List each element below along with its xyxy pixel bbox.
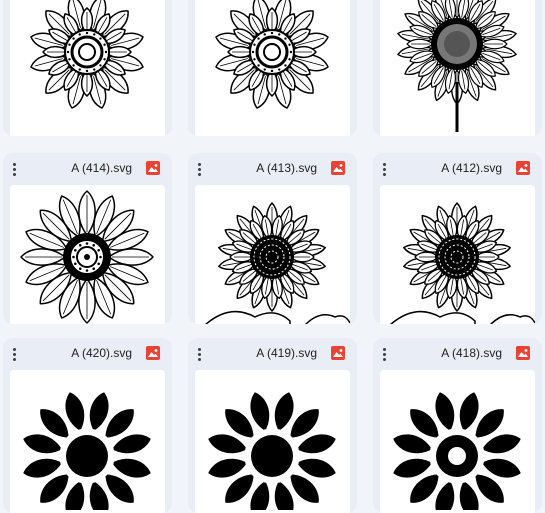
file-card[interactable]: A (420).svg [3, 338, 172, 513]
file-card[interactable] [188, 0, 357, 136]
file-card-header: A (420).svg [3, 338, 172, 370]
image-icon [146, 161, 160, 175]
file-name: A (419).svg [256, 346, 317, 360]
image-icon [516, 161, 530, 175]
file-card-header: A (412).svg [373, 153, 542, 185]
image-icon [516, 346, 530, 360]
file-card-header: A (419).svg [188, 338, 357, 370]
more-options-icon[interactable] [379, 163, 389, 177]
file-card-header: A (414).svg [3, 153, 172, 185]
more-options-icon[interactable] [194, 163, 204, 177]
image-icon [331, 161, 345, 175]
file-card[interactable]: A (413).svg [188, 153, 357, 324]
more-options-icon[interactable] [379, 348, 389, 362]
file-thumbnail[interactable] [10, 0, 165, 136]
file-thumbnail[interactable] [195, 185, 350, 324]
file-card-header: A (418).svg [373, 338, 542, 370]
file-card-header: A (413).svg [188, 153, 357, 185]
file-thumbnail[interactable] [195, 370, 350, 513]
file-card[interactable]: A (419).svg [188, 338, 357, 513]
more-options-icon[interactable] [9, 163, 19, 177]
file-card[interactable]: A (418).svg [373, 338, 542, 513]
file-thumbnail[interactable] [195, 0, 350, 136]
file-name: A (418).svg [441, 346, 502, 360]
file-name: A (413).svg [256, 161, 317, 175]
file-name: A (414).svg [71, 161, 132, 175]
file-thumbnail[interactable] [380, 370, 535, 513]
file-name: A (412).svg [441, 161, 502, 175]
file-thumbnail[interactable] [380, 0, 535, 136]
more-options-icon[interactable] [194, 348, 204, 362]
file-thumbnail[interactable] [10, 185, 165, 324]
file-card[interactable] [373, 0, 542, 136]
more-options-icon[interactable] [9, 348, 19, 362]
file-card[interactable] [3, 0, 172, 136]
image-icon [331, 346, 345, 360]
file-thumbnail[interactable] [10, 370, 165, 513]
file-thumbnail[interactable] [380, 185, 535, 324]
image-icon [146, 346, 160, 360]
file-name: A (420).svg [71, 346, 132, 360]
file-card[interactable]: A (414).svg [3, 153, 172, 324]
file-card[interactable]: A (412).svg [373, 153, 542, 324]
